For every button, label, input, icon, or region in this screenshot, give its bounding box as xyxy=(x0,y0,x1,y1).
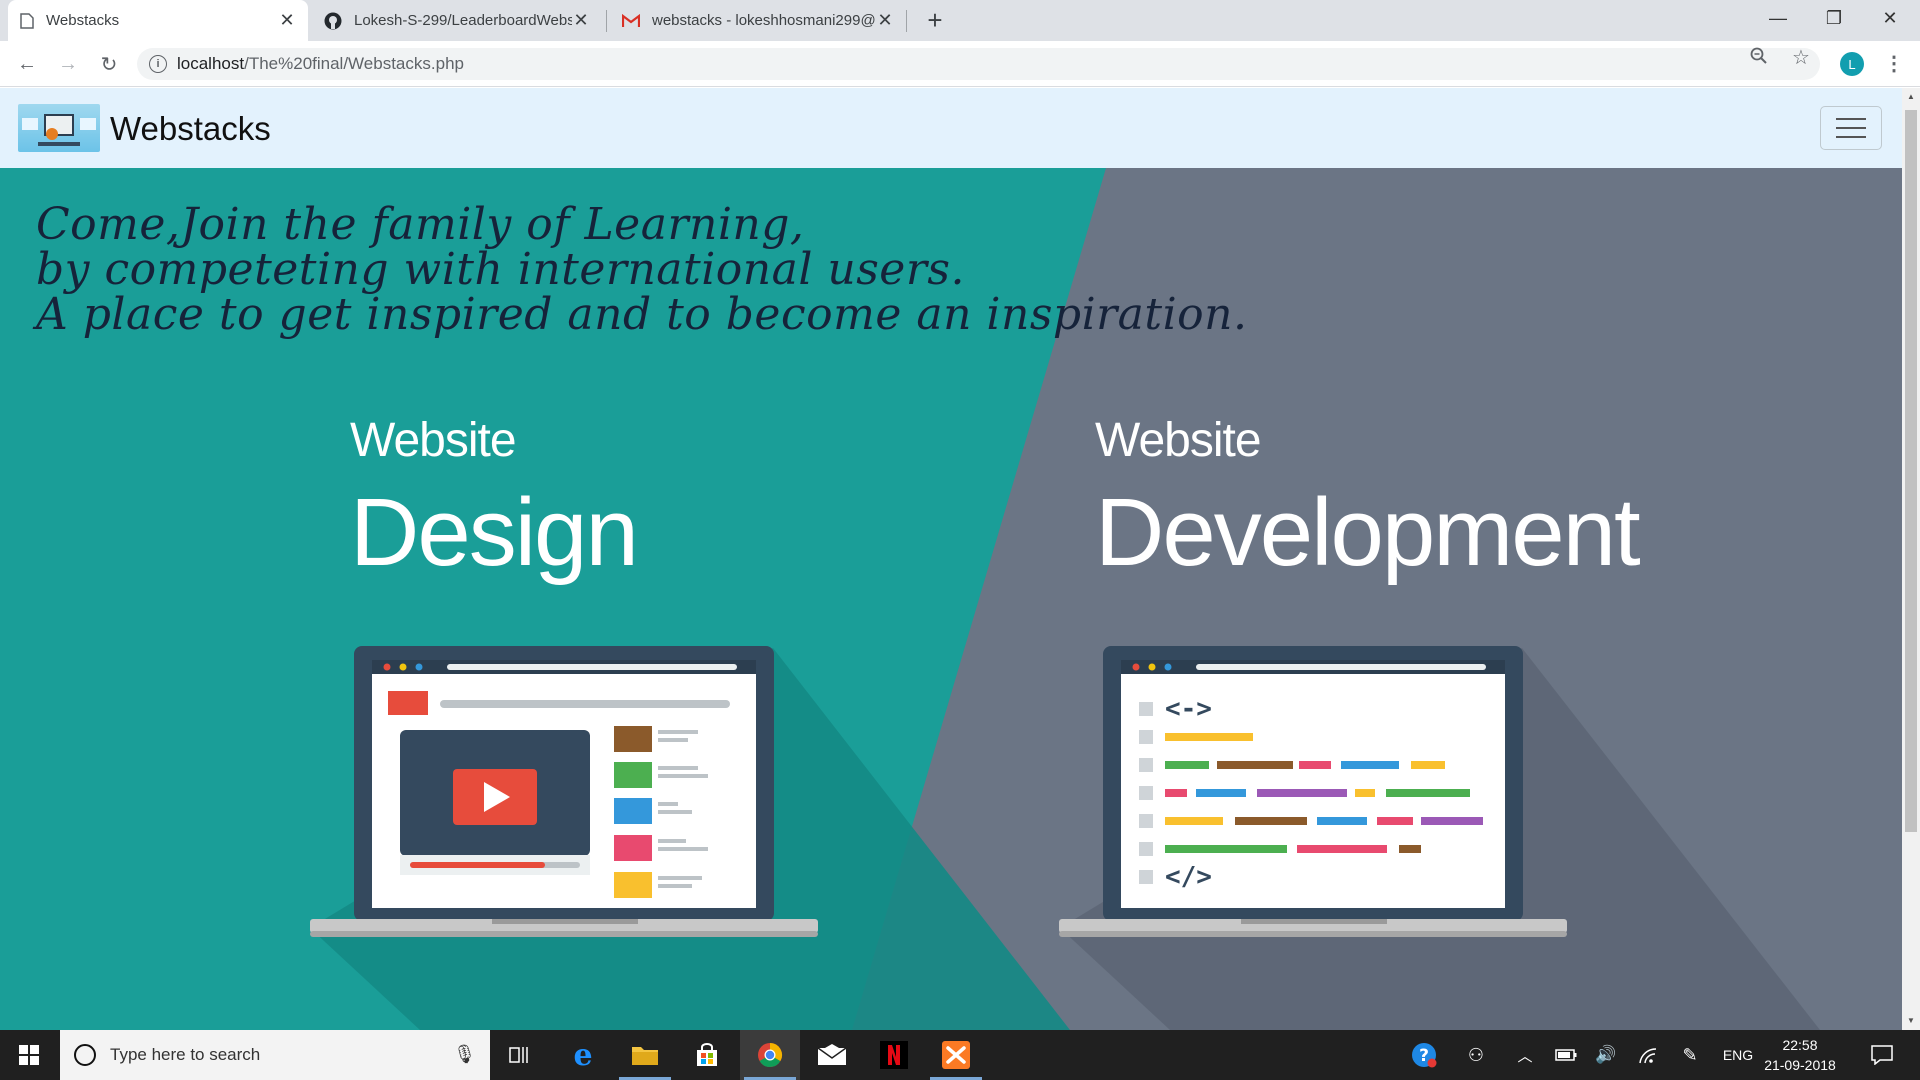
microphone-icon[interactable]: 🎙 xyxy=(453,1044,476,1065)
design-laptop-illustration xyxy=(310,646,818,937)
minimize-icon[interactable]: — xyxy=(1750,0,1806,36)
notification-icon[interactable] xyxy=(1862,1030,1902,1080)
people-icon[interactable]: ⚇ xyxy=(1458,1030,1494,1080)
url-path: /The%20final/Webstacks.php xyxy=(244,54,464,73)
clock-time: 22:58 xyxy=(1782,1037,1818,1053)
page-icon xyxy=(20,12,34,29)
scroll-thumb[interactable] xyxy=(1905,110,1917,832)
scroll-up-icon[interactable]: ▲ xyxy=(1907,92,1915,101)
taskbar-search[interactable]: Type here to search 🎙 xyxy=(60,1030,490,1080)
more-menu-icon[interactable]: ⋮ xyxy=(1884,51,1904,76)
reload-icon[interactable]: ↻ xyxy=(94,49,124,79)
brand-logo[interactable] xyxy=(18,104,100,152)
chevron-up-icon[interactable]: ︿ xyxy=(1510,1030,1540,1080)
code-open-tag: <-> xyxy=(1165,694,1212,724)
address-url[interactable]: localhost/The%20final/Webstacks.php xyxy=(177,54,464,74)
edge-icon[interactable]: e xyxy=(553,1030,613,1080)
volume-icon[interactable]: 🔊 xyxy=(1590,1030,1622,1080)
site-navbar: Webstacks xyxy=(0,88,1902,168)
clock-date: 21-09-2018 xyxy=(1764,1057,1836,1073)
file-explorer-icon[interactable] xyxy=(615,1030,675,1080)
task-view-icon[interactable] xyxy=(490,1030,550,1080)
slogan-line: by competeting with international users. xyxy=(36,244,965,295)
taskbar: Type here to search 🎙 e ? ⚇ ︿ 🔊 ✎ ENG 22… xyxy=(0,1030,1920,1080)
svg-text:?: ? xyxy=(1419,1046,1429,1066)
help-icon[interactable]: ? xyxy=(1406,1030,1442,1080)
avatar[interactable]: L xyxy=(1840,52,1864,76)
chrome-icon[interactable] xyxy=(740,1030,800,1080)
tab-title: webstacks - lokeshhosmani299@ xyxy=(652,12,876,29)
battery-icon[interactable] xyxy=(1550,1030,1582,1080)
hamburger-menu-button[interactable] xyxy=(1820,106,1882,150)
store-icon[interactable] xyxy=(677,1030,737,1080)
development-label-small: Website xyxy=(1095,414,1262,467)
hero-banner: <-> </> Come,Join the family of Learning… xyxy=(0,168,1902,1030)
page-viewport: Webstacks <-> </> Come,Join the family o… xyxy=(0,88,1902,1030)
forward-icon[interactable]: → xyxy=(53,49,83,79)
slogan-line: Come,Join the family of Learning, xyxy=(36,199,805,250)
github-icon xyxy=(324,12,342,29)
tab-strip: Webstacks ✕ Lokesh-S-299/LeaderboardWebs… xyxy=(0,0,1920,41)
browser-toolbar: ← → ↻ i localhost/The%20final/Webstacks.… xyxy=(0,41,1920,87)
tab-separator xyxy=(606,10,607,32)
tab-title: Lokesh-S-299/LeaderboardWebs xyxy=(354,12,572,29)
search-placeholder: Type here to search xyxy=(110,1045,261,1064)
netflix-icon[interactable] xyxy=(864,1030,924,1080)
design-label-small: Website xyxy=(350,414,517,467)
gmail-icon xyxy=(622,13,640,27)
design-label-big: Design xyxy=(350,479,639,586)
close-icon[interactable]: ✕ xyxy=(278,10,296,31)
start-button[interactable] xyxy=(0,1030,58,1080)
tab-github[interactable]: Lokesh-S-299/LeaderboardWebs ✕ xyxy=(312,0,602,41)
mail-icon[interactable] xyxy=(802,1030,862,1080)
cortana-icon xyxy=(74,1044,96,1066)
code-close-tag: </> xyxy=(1165,862,1212,892)
zoom-icon[interactable] xyxy=(1750,47,1768,70)
back-icon[interactable]: ← xyxy=(12,49,42,79)
restore-icon[interactable]: ❐ xyxy=(1806,0,1862,36)
xampp-icon[interactable] xyxy=(926,1030,986,1080)
info-icon[interactable]: i xyxy=(149,55,167,73)
hero-slogan: Come,Join the family of Learning, by com… xyxy=(36,202,1247,337)
tab-gmail[interactable]: webstacks - lokeshhosmani299@ ✕ xyxy=(610,0,906,41)
new-tab-button[interactable]: + xyxy=(920,5,950,35)
slogan-line: A place to get inspired and to become an… xyxy=(36,289,1248,340)
development-laptop-illustration xyxy=(1059,646,1567,937)
wifi-icon[interactable] xyxy=(1632,1030,1664,1080)
close-icon[interactable]: ✕ xyxy=(572,10,590,31)
scroll-down-icon[interactable]: ▼ xyxy=(1907,1016,1915,1025)
close-icon[interactable]: ✕ xyxy=(876,10,894,31)
address-bar[interactable]: i localhost/The%20final/Webstacks.php xyxy=(137,48,1820,80)
tab-title: Webstacks xyxy=(46,12,120,29)
tab-separator xyxy=(906,10,907,32)
development-label-big: Development xyxy=(1095,479,1641,586)
language-indicator[interactable]: ENG xyxy=(1718,1030,1758,1080)
window-close-icon[interactable]: ✕ xyxy=(1862,0,1918,36)
page-scrollbar[interactable]: ▲ ▼ xyxy=(1902,88,1920,1030)
url-host: localhost xyxy=(177,54,245,73)
taskbar-clock[interactable]: 22:58 21-09-2018 xyxy=(1760,1035,1840,1075)
bookmark-star-icon[interactable]: ☆ xyxy=(1792,45,1810,70)
brand-name[interactable]: Webstacks xyxy=(110,110,271,148)
tab-webstacks[interactable]: Webstacks ✕ xyxy=(8,0,308,41)
pen-icon[interactable]: ✎ xyxy=(1674,1030,1706,1080)
windows-logo-icon xyxy=(19,1045,39,1065)
